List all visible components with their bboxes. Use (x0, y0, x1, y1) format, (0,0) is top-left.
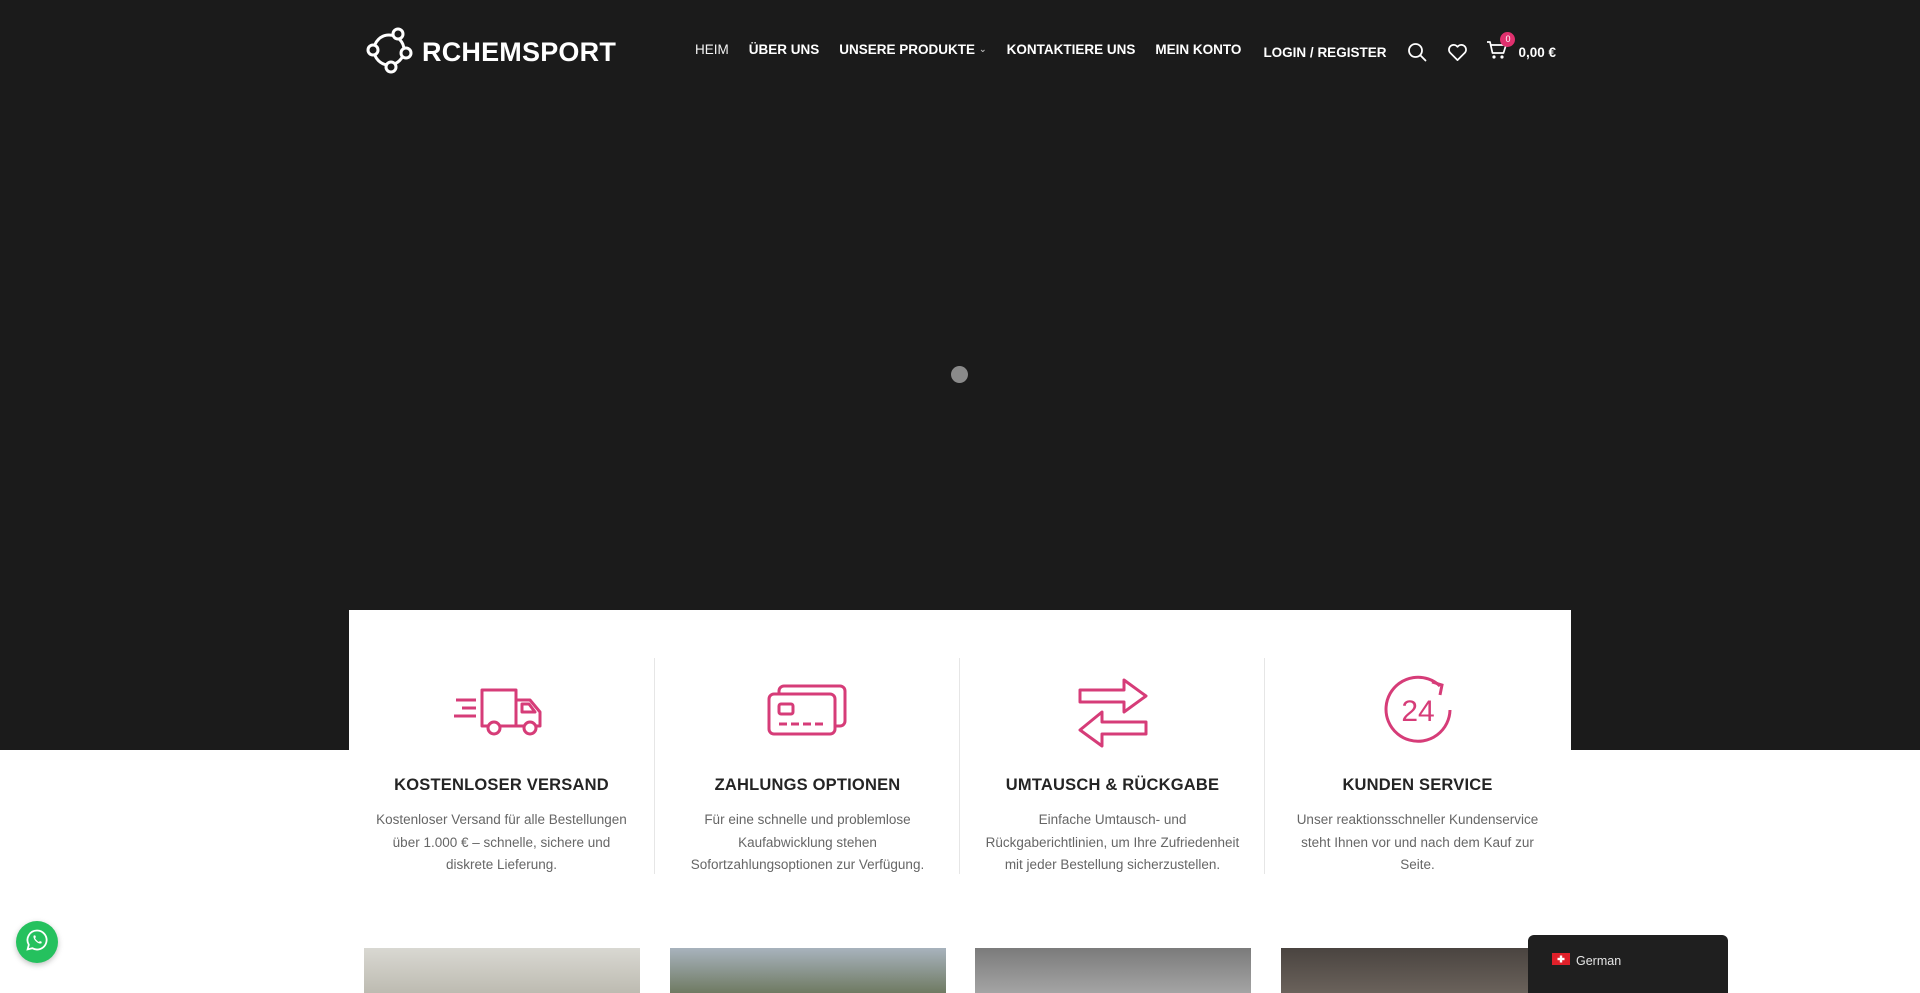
feature-description: Unser reaktionsschneller Kundenservice s… (1296, 812, 1539, 872)
nav-item-ueber-uns[interactable]: ÜBER UNS (749, 42, 820, 57)
molecule-logo-icon (364, 25, 414, 80)
category-card[interactable] (670, 948, 946, 993)
feature-description: Für eine schnelle und problemlose Kaufab… (690, 812, 925, 872)
category-card[interactable] (975, 948, 1251, 993)
feature-exchange-returns: UMTAUSCH & RÜCKGABE Einfache Umtausch- u… (959, 658, 1265, 874)
language-label: German (1576, 954, 1622, 968)
nav-item-mein-konto[interactable]: MEIN KONTO (1155, 42, 1241, 57)
main-nav: HEIM ÜBER UNS UNSERE PRODUKTE ⌄ KONTAKTI… (695, 42, 1261, 57)
truck-icon (349, 670, 654, 750)
logo-text: RCHEMSPORT (422, 36, 617, 67)
site-logo[interactable]: RCHEMSPORT (364, 26, 616, 78)
cart-total: 0,00 € (1518, 44, 1556, 60)
whatsapp-icon (25, 928, 49, 957)
category-card[interactable] (364, 948, 640, 993)
whatsapp-chat-button[interactable] (16, 921, 58, 963)
features-section: KOSTENLOSER VERSAND Kostenloser Versand … (349, 610, 1571, 890)
login-register-link[interactable]: LOGIN / REGISTER (1263, 45, 1386, 60)
language-current: German (1552, 952, 1621, 970)
feature-customer-service: 24 KUNDEN SERVICE Unser reaktionsschnell… (1264, 658, 1570, 874)
feature-title: ZAHLUNGS OPTIONEN (714, 776, 901, 794)
nav-label: ÜBER UNS (748, 42, 820, 57)
feature-description: Einfache Umtausch- und Rückgaberichtlini… (985, 812, 1240, 872)
exchange-arrows-icon (960, 670, 1265, 750)
clock-24-icon: 24 (1265, 670, 1570, 750)
nav-item-kontaktiere-uns[interactable]: KONTAKTIERE UNS (1007, 42, 1136, 57)
svg-text:24: 24 (1401, 695, 1434, 728)
nav-label: MEIN KONTO (1155, 42, 1242, 57)
feature-free-shipping: KOSTENLOSER VERSAND Kostenloser Versand … (349, 658, 654, 874)
nav-label: KONTAKTIERE UNS (1006, 42, 1136, 57)
nav-label: HEIM (695, 42, 729, 57)
chevron-down-icon: ⌄ (979, 44, 987, 54)
nav-label: UNSERE PRODUKTE (839, 42, 976, 57)
product-category-cards (364, 948, 1557, 993)
category-card[interactable] (1281, 948, 1557, 993)
cart-count-badge: 0 (1500, 31, 1516, 47)
credit-cards-icon (655, 670, 960, 750)
heart-icon[interactable] (1446, 41, 1468, 63)
feature-title: KUNDEN SERVICE (1342, 776, 1493, 794)
swiss-flag-icon (1552, 952, 1570, 970)
nav-item-heim[interactable]: HEIM (695, 42, 729, 57)
feature-title: UMTAUSCH & RÜCKGABE (1005, 776, 1220, 794)
site-header: RCHEMSPORT HEIM ÜBER UNS UNSERE PRODUKTE… (0, 0, 1920, 104)
search-icon[interactable] (1406, 41, 1428, 63)
header-tools: LOGIN / REGISTER 0 0,00 € (1263, 31, 1556, 70)
feature-title: KOSTENLOSER VERSAND (394, 776, 609, 794)
nav-item-unsere-produkte[interactable]: UNSERE PRODUKTE ⌄ (839, 42, 986, 57)
slider-loading-dot (951, 366, 968, 383)
cart-button[interactable]: 0 0,00 € (1486, 31, 1556, 65)
language-switcher[interactable]: German (1528, 935, 1728, 993)
feature-description: Kostenloser Versand für alle Bestellunge… (376, 812, 627, 872)
feature-payment-options: ZAHLUNGS OPTIONEN Für eine schnelle und … (654, 658, 960, 874)
